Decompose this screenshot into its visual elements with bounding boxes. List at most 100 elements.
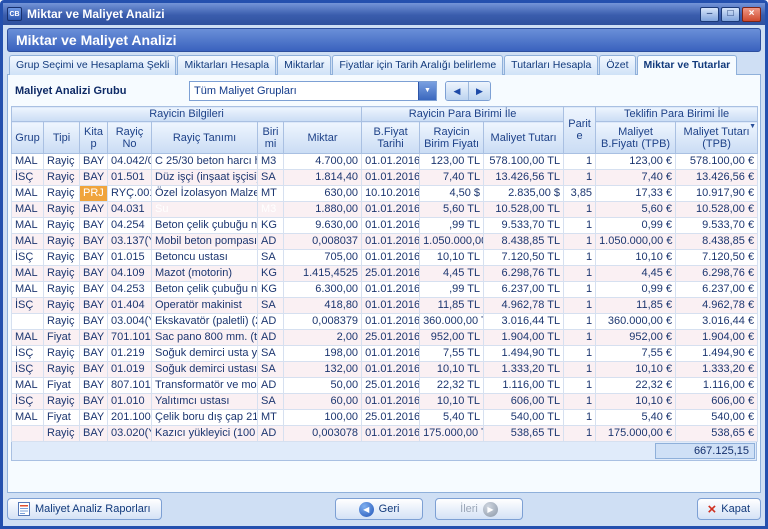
cell-tipi[interactable]: Rayiç: [44, 314, 80, 330]
cell-maliyet-bfiyati-tpb[interactable]: 17,33 €: [596, 186, 676, 202]
cell-maliyet-bfiyati-tpb[interactable]: 11,85 €: [596, 298, 676, 314]
cell-parite[interactable]: 1: [564, 314, 596, 330]
cell-kitap[interactable]: BAY: [80, 170, 108, 186]
cell-maliyet-tutari[interactable]: 8.438,85 TL: [484, 234, 564, 250]
column-header-miktar[interactable]: Miktar: [284, 122, 362, 154]
cell-maliyet-tutari-tpb[interactable]: 1.494,90 €: [676, 346, 758, 362]
cell-rayic-tanimi[interactable]: Özel İzolasyon Malzer: [152, 186, 258, 202]
titlebar[interactable]: CB Miktar ve Maliyet Analizi – □ ×: [3, 3, 765, 25]
cell-birim-fiyati[interactable]: 22,32 TL: [420, 378, 484, 394]
cell-birimi[interactable]: SA: [258, 170, 284, 186]
cell-rayic-no[interactable]: 01.219: [108, 346, 152, 362]
cell-bfiyat-tarihi[interactable]: 01.01.2016: [362, 218, 420, 234]
tab-grup-secimi[interactable]: Grup Seçimi ve Hesaplama Şekli: [9, 55, 176, 75]
cell-birimi[interactable]: AD: [258, 378, 284, 394]
cell-rayic-tanimi[interactable]: Mobil beton pompası (: [152, 234, 258, 250]
cell-kitap[interactable]: BAY: [80, 250, 108, 266]
cell-maliyet-bfiyati-tpb[interactable]: 22,32 €: [596, 378, 676, 394]
cell-birimi[interactable]: SA: [258, 250, 284, 266]
cell-miktar[interactable]: 50,00: [284, 378, 362, 394]
cell-maliyet-tutari-tpb[interactable]: 10.528,00 €: [676, 202, 758, 218]
cell-birim-fiyati[interactable]: ,99 TL: [420, 282, 484, 298]
cell-birim-fiyati[interactable]: 5,40 TL: [420, 410, 484, 426]
cell-grup[interactable]: MAL: [12, 202, 44, 218]
cell-rayic-tanimi[interactable]: Beton çelik çubuğu ne: [152, 282, 258, 298]
cell-tipi[interactable]: Rayiç: [44, 266, 80, 282]
cell-birim-fiyati[interactable]: 5,60 TL: [420, 202, 484, 218]
cell-maliyet-tutari[interactable]: 1.116,00 TL: [484, 378, 564, 394]
cell-rayic-tanimi[interactable]: Çelik boru dış çap 21,: [152, 410, 258, 426]
cell-maliyet-bfiyati-tpb[interactable]: 360.000,00 €: [596, 314, 676, 330]
cell-maliyet-bfiyati-tpb[interactable]: 10,10 €: [596, 250, 676, 266]
cell-tipi[interactable]: Rayiç: [44, 426, 80, 442]
cell-maliyet-bfiyati-tpb[interactable]: 7,40 €: [596, 170, 676, 186]
column-header-bfiyat-tarihi[interactable]: B.Fiyat Tarihi: [362, 122, 420, 154]
cell-bfiyat-tarihi[interactable]: 01.01.2016: [362, 250, 420, 266]
cell-maliyet-tutari[interactable]: 4.962,78 TL: [484, 298, 564, 314]
cell-miktar[interactable]: 0,008037: [284, 234, 362, 250]
cell-maliyet-tutari[interactable]: 6.237,00 TL: [484, 282, 564, 298]
cell-maliyet-tutari-tpb[interactable]: 6.237,00 €: [676, 282, 758, 298]
cell-parite[interactable]: 1: [564, 298, 596, 314]
cell-maliyet-tutari[interactable]: 1.494,90 TL: [484, 346, 564, 362]
cell-tipi[interactable]: Rayiç: [44, 202, 80, 218]
cell-parite[interactable]: 1: [564, 362, 596, 378]
cell-birim-fiyati[interactable]: 10,10 TL: [420, 394, 484, 410]
column-header-tipi[interactable]: Tipi: [44, 122, 80, 154]
cell-birim-fiyati[interactable]: 11,85 TL: [420, 298, 484, 314]
cell-parite[interactable]: 1: [564, 154, 596, 170]
cell-maliyet-bfiyati-tpb[interactable]: 4,45 €: [596, 266, 676, 282]
cell-tipi[interactable]: Rayiç: [44, 170, 80, 186]
cell-bfiyat-tarihi[interactable]: 01.01.2016: [362, 426, 420, 442]
cell-kitap[interactable]: BAY: [80, 426, 108, 442]
column-header-rayic-no[interactable]: Rayiç No: [108, 122, 152, 154]
cell-kitap[interactable]: BAY: [80, 330, 108, 346]
cell-miktar[interactable]: 4.700,00: [284, 154, 362, 170]
cell-birim-fiyati[interactable]: 10,10 TL: [420, 250, 484, 266]
cell-bfiyat-tarihi[interactable]: 01.01.2016: [362, 298, 420, 314]
cell-birim-fiyati[interactable]: 10,10 TL: [420, 362, 484, 378]
cell-birimi[interactable]: KG: [258, 218, 284, 234]
reports-button[interactable]: Maliyet Analiz Raporları: [7, 498, 162, 520]
cell-maliyet-bfiyati-tpb[interactable]: 123,00 €: [596, 154, 676, 170]
cell-birim-fiyati[interactable]: 175.000,00 TL: [420, 426, 484, 442]
cell-kitap[interactable]: BAY: [80, 314, 108, 330]
column-header-birim-fiyati[interactable]: Rayicin Birim Fiyatı: [420, 122, 484, 154]
cell-birimi[interactable]: MT: [258, 186, 284, 202]
cell-kitap[interactable]: BAY: [80, 378, 108, 394]
next-group-button[interactable]: ▶: [468, 82, 490, 100]
cell-birimi[interactable]: M3: [258, 202, 284, 218]
cell-tipi[interactable]: Fiyat: [44, 378, 80, 394]
cell-maliyet-tutari[interactable]: 578.100,00 TL: [484, 154, 564, 170]
cell-maliyet-tutari-tpb[interactable]: 540,00 €: [676, 410, 758, 426]
cell-bfiyat-tarihi[interactable]: 01.01.2016: [362, 282, 420, 298]
cell-maliyet-tutari-tpb[interactable]: 13.426,56 €: [676, 170, 758, 186]
cell-tipi[interactable]: Rayiç: [44, 218, 80, 234]
cell-maliyet-tutari-tpb[interactable]: 9.533,70 €: [676, 218, 758, 234]
cell-rayic-tanimi[interactable]: Operatör makinist: [152, 298, 258, 314]
prev-group-button[interactable]: ◀: [446, 82, 468, 100]
cell-birim-fiyati[interactable]: 4,50 $: [420, 186, 484, 202]
cell-maliyet-tutari-tpb[interactable]: 1.904,00 €: [676, 330, 758, 346]
cell-birimi[interactable]: SA: [258, 298, 284, 314]
cell-maliyet-bfiyati-tpb[interactable]: 5,40 €: [596, 410, 676, 426]
column-header-rayic-tanimi[interactable]: Rayiç Tanımı: [152, 122, 258, 154]
cell-maliyet-bfiyati-tpb[interactable]: 0,99 €: [596, 218, 676, 234]
cell-birim-fiyati[interactable]: 952,00 TL: [420, 330, 484, 346]
cell-kitap[interactable]: BAY: [80, 202, 108, 218]
cell-maliyet-bfiyati-tpb[interactable]: 5,60 €: [596, 202, 676, 218]
cell-tipi[interactable]: Rayiç: [44, 282, 80, 298]
forward-button[interactable]: İleri ▶: [435, 498, 523, 520]
cell-bfiyat-tarihi[interactable]: 01.01.2016: [362, 202, 420, 218]
cell-rayic-no[interactable]: 04.042/0: [108, 154, 152, 170]
close-button[interactable]: × Kapat: [697, 498, 762, 520]
tab-miktarlar[interactable]: Miktarlar: [277, 55, 331, 75]
cell-parite[interactable]: 1: [564, 394, 596, 410]
cell-birim-fiyati[interactable]: ,99 TL: [420, 218, 484, 234]
cell-tipi[interactable]: Fiyat: [44, 410, 80, 426]
column-header-parite[interactable]: Parite: [564, 107, 596, 154]
tab-tutarlari-hesapla[interactable]: Tutarları Hesapla: [504, 55, 598, 75]
cell-birimi[interactable]: AD: [258, 314, 284, 330]
tab-miktar-ve-tutarlar[interactable]: Miktar ve Tutarlar: [637, 55, 738, 75]
maliyet-grubu-combobox[interactable]: Tüm Maliyet Grupları ▼: [189, 81, 437, 101]
